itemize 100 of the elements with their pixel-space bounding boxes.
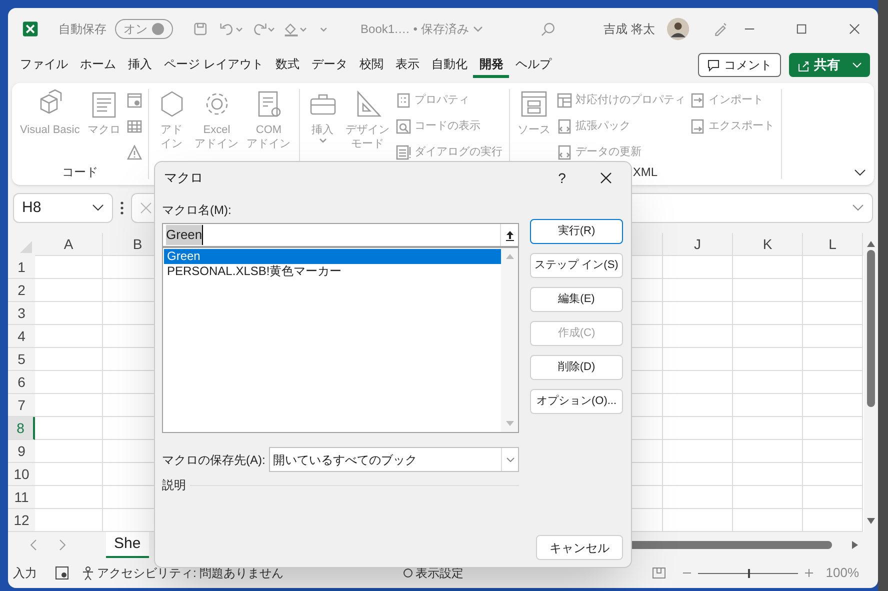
dialog-button[interactable]: 削除(D): [530, 355, 623, 380]
column-header[interactable]: K: [733, 233, 803, 256]
grid-cell[interactable]: [35, 463, 103, 486]
grid-cell[interactable]: [803, 394, 863, 417]
row-header[interactable]: 10: [8, 463, 35, 486]
close-icon[interactable]: [600, 172, 612, 184]
grid-cell[interactable]: [663, 348, 733, 371]
more-icon[interactable]: [120, 201, 124, 215]
zoom-slider-thumb[interactable]: [748, 568, 750, 578]
undo-icon[interactable]: [219, 21, 244, 37]
ribbon-tab[interactable]: 開発: [473, 52, 510, 78]
grid-cell[interactable]: [803, 417, 863, 440]
ribbon-tab[interactable]: 校閲: [353, 52, 390, 78]
grid-cell[interactable]: [733, 394, 803, 417]
grid-cell[interactable]: [803, 256, 863, 279]
macro-list[interactable]: Green PERSONAL.XLSB!黄色マーカー: [162, 247, 519, 433]
grid-cell[interactable]: [733, 302, 803, 325]
column-header[interactable]: J: [663, 233, 733, 256]
ribbon-tab[interactable]: ホーム: [74, 52, 122, 78]
grid-cell[interactable]: [803, 279, 863, 302]
cancel-button[interactable]: キャンセル: [536, 535, 623, 560]
grid-cell[interactable]: [803, 302, 863, 325]
ribbon-tab[interactable]: データ: [305, 52, 354, 78]
row-header[interactable]: 1: [8, 256, 35, 279]
scroll-up-icon[interactable]: [867, 241, 875, 247]
grid-cell[interactable]: [803, 463, 863, 486]
grid-cell[interactable]: [733, 486, 803, 509]
grid-cell[interactable]: [35, 325, 103, 348]
scroll-right-icon[interactable]: [852, 541, 858, 549]
grid-cell[interactable]: [35, 486, 103, 509]
row-header[interactable]: 9: [8, 440, 35, 463]
chevron-down-icon[interactable]: [854, 169, 866, 177]
grid-cell[interactable]: [663, 325, 733, 348]
pen-icon[interactable]: [713, 21, 728, 37]
grid-cell[interactable]: [663, 256, 733, 279]
grid-cell[interactable]: [663, 302, 733, 325]
grid-cell[interactable]: [733, 463, 803, 486]
dialog-button[interactable]: オプション(O)...: [530, 389, 623, 414]
row-header[interactable]: 3: [8, 302, 35, 325]
comment-button[interactable]: コメント: [698, 53, 781, 77]
scrollbar-thumb[interactable]: [867, 250, 875, 407]
grid-cell[interactable]: [663, 417, 733, 440]
grid-cell[interactable]: [733, 325, 803, 348]
dialog-button[interactable]: 実行(R): [530, 219, 623, 244]
grid-cell[interactable]: [733, 279, 803, 302]
grid-cell[interactable]: [663, 440, 733, 463]
help-button[interactable]: ?: [552, 168, 572, 188]
scroll-down-icon[interactable]: [867, 518, 875, 524]
grid-cell[interactable]: [803, 440, 863, 463]
display-settings-button[interactable]: 表示設定: [402, 564, 464, 582]
ribbon-tab[interactable]: 表示: [389, 52, 426, 78]
ribbon-tab[interactable]: 数式: [269, 52, 306, 78]
redo-icon[interactable]: [251, 21, 276, 37]
grid-cell[interactable]: [35, 394, 103, 417]
share-button[interactable]: 共有: [789, 53, 870, 77]
column-header[interactable]: L: [803, 233, 863, 256]
chevron-left-icon[interactable]: [30, 539, 38, 551]
macro-name-field[interactable]: Green: [162, 223, 519, 247]
row-header[interactable]: 5: [8, 348, 35, 371]
sheet-tab[interactable]: She: [106, 532, 149, 558]
grid-cell[interactable]: [35, 348, 103, 371]
row-header[interactable]: 7: [8, 394, 35, 417]
grid-cell[interactable]: [35, 371, 103, 394]
fill-bucket-icon[interactable]: [283, 21, 308, 37]
row-header[interactable]: 4: [8, 325, 35, 348]
avatar-icon[interactable]: [666, 17, 690, 41]
dialog-button[interactable]: 編集(E): [530, 287, 623, 312]
chevron-right-icon[interactable]: [58, 539, 66, 551]
grid-cell[interactable]: [35, 417, 103, 440]
record-macro-icon[interactable]: [55, 566, 69, 580]
grid-cell[interactable]: [803, 486, 863, 509]
grid-cell[interactable]: [733, 371, 803, 394]
grid-cell[interactable]: [733, 256, 803, 279]
grid-cell[interactable]: [803, 325, 863, 348]
ribbon-tab[interactable]: 挿入: [122, 52, 158, 78]
macro-list-item[interactable]: PERSONAL.XLSB!黄色マーカー: [164, 264, 501, 279]
grid-cell[interactable]: [35, 302, 103, 325]
grid-cell[interactable]: [35, 256, 103, 279]
row-header[interactable]: 6: [8, 371, 35, 394]
page-break-view-icon[interactable]: [652, 567, 666, 579]
macro-list-item[interactable]: Green: [164, 249, 501, 264]
save-icon[interactable]: [192, 21, 208, 37]
ribbon-tab[interactable]: ページ レイアウト: [158, 52, 270, 78]
grid-cell[interactable]: [733, 348, 803, 371]
search-icon[interactable]: [540, 21, 556, 37]
grid-cell[interactable]: [733, 440, 803, 463]
ribbon-tab[interactable]: ヘルプ: [509, 52, 558, 78]
grid-cell[interactable]: [663, 371, 733, 394]
close-icon[interactable]: [848, 23, 860, 35]
row-header[interactable]: 11: [8, 486, 35, 509]
ribbon-tab[interactable]: 自動化: [425, 52, 474, 78]
grid-cell[interactable]: [663, 279, 733, 302]
row-header[interactable]: 8: [8, 417, 35, 440]
grid-cell[interactable]: [803, 348, 863, 371]
row-header[interactable]: 2: [8, 279, 35, 302]
grid-cell[interactable]: [803, 371, 863, 394]
dialog-button[interactable]: ステップ イン(S): [530, 253, 623, 278]
grid-cell[interactable]: [733, 417, 803, 440]
grid-cell[interactable]: [663, 394, 733, 417]
column-header[interactable]: A: [35, 233, 103, 256]
